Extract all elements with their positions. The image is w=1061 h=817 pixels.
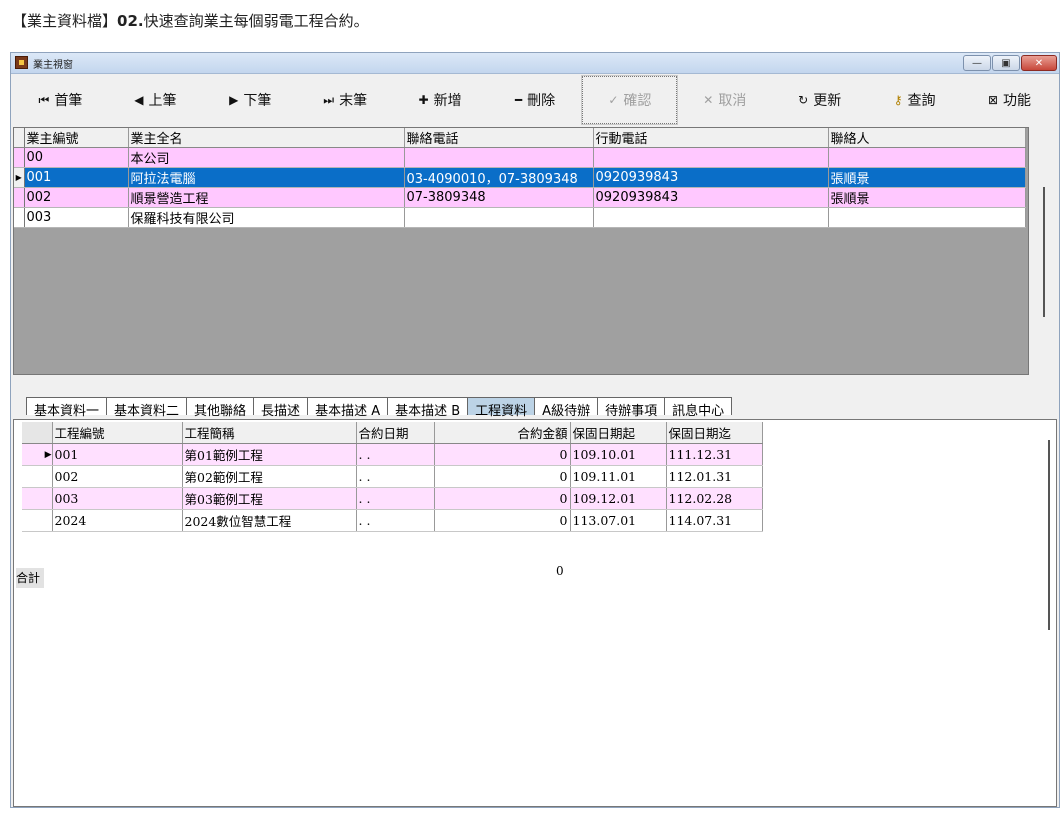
column-header[interactable]: 工程編號 — [52, 422, 183, 444]
tab-project-data[interactable]: 工程資料 — [468, 397, 536, 419]
x-icon: ✕ — [703, 93, 714, 107]
row-indicator — [22, 509, 53, 532]
owner-grid-header: 業主編號 業主全名 聯絡電話 行動電話 聯絡人 — [14, 128, 1026, 148]
total-label: 合計 — [16, 568, 44, 588]
tab-long-description[interactable]: 長描述 — [254, 397, 309, 419]
title-bar[interactable]: 業主視窗 — ▣ ✕ — [11, 53, 1059, 74]
tab-message-center[interactable]: 訊息中心 — [665, 397, 733, 419]
project-row[interactable]: 002 第02範例工程 . . 0 109.11.01 112.01.31 — [22, 465, 763, 488]
owner-grid[interactable]: 業主編號 業主全名 聯絡電話 行動電話 聯絡人 00 本公司 ▶ 001 阿拉法… — [13, 127, 1029, 375]
minus-icon: ━ — [514, 93, 523, 107]
app-icon — [15, 56, 28, 69]
project-grid-header: 工程編號 工程簡稱 合約日期 合約金額 保固日期起 保固日期迄 — [22, 422, 763, 444]
last-record-button[interactable]: ⏭ 末筆 — [298, 76, 393, 124]
row-indicator — [22, 465, 53, 488]
column-header[interactable]: 業主編號 — [24, 128, 129, 148]
project-panel: 工程編號 工程簡稱 合約日期 合約金額 保固日期起 保固日期迄 ▶ 001 第0… — [13, 419, 1057, 807]
toolbar: ⏮ 首筆 ◀ 上筆 ▶ 下筆 ⏭ 末筆 ✚ 新增 ━ 刪除 ✓ 確認 ✕ 取消 ↻ 更新 ⚷ 查詢 … — [11, 74, 1059, 126]
function-button[interactable]: ⊠ 功能 — [962, 76, 1057, 124]
tab-todo[interactable]: 待辦事項 — [598, 397, 666, 419]
column-header[interactable]: 工程簡稱 — [182, 422, 357, 444]
refresh-icon: ↻ — [798, 93, 809, 107]
row-indicator — [14, 147, 25, 168]
window-title: 業主視窗 — [33, 60, 73, 71]
column-header[interactable]: 行動電話 — [593, 128, 829, 148]
maximize-button[interactable]: ▣ — [992, 55, 1020, 71]
confirm-button[interactable]: ✓ 確認 — [581, 75, 679, 125]
project-grid-scrollbar[interactable] — [1048, 440, 1050, 630]
column-header[interactable]: 保固日期起 — [570, 422, 667, 444]
column-header[interactable]: 合約金額 — [434, 422, 571, 444]
column-header[interactable]: 合約日期 — [356, 422, 435, 444]
scrollbar-thumb[interactable] — [1043, 187, 1045, 317]
tab-basic-1[interactable]: 基本資料一 — [26, 397, 108, 419]
project-row[interactable]: 2024 2024數位智慧工程 . . 0 113.07.01 114.07.3… — [22, 509, 763, 532]
delete-button[interactable]: ━ 刪除 — [488, 76, 583, 124]
prev-record-button[interactable]: ◀ 上筆 — [108, 76, 203, 124]
minimize-button[interactable]: — — [963, 55, 991, 71]
prev-icon: ◀ — [134, 93, 144, 107]
last-icon: ⏭ — [323, 92, 335, 107]
query-button[interactable]: ⚷ 查詢 — [867, 76, 962, 124]
check-icon: ✓ — [608, 93, 619, 107]
plus-icon: ✚ — [418, 93, 429, 107]
row-indicator — [22, 487, 53, 510]
project-row[interactable]: ▶ 001 第01範例工程 . . 0 109.10.01 111.12.31 — [22, 443, 763, 466]
column-header[interactable]: 業主全名 — [128, 128, 405, 148]
current-row-arrow-icon: ▶ — [14, 167, 25, 188]
owner-row[interactable]: 002 順景營造工程 07-3809348 0920939843 張順景 — [14, 187, 1026, 208]
first-icon: ⏮ — [38, 92, 50, 107]
tab-other-contacts[interactable]: 其他聯絡 — [187, 397, 255, 419]
column-header[interactable]: 聯絡人 — [828, 128, 1026, 148]
tab-description-b[interactable]: 基本描述 B — [388, 397, 469, 419]
refresh-button[interactable]: ↻ 更新 — [772, 76, 867, 124]
function-box-icon: ⊠ — [987, 93, 999, 107]
cancel-button[interactable]: ✕ 取消 — [677, 76, 772, 124]
project-row[interactable]: 003 第03範例工程 . . 0 109.12.01 112.02.28 — [22, 487, 763, 510]
owner-row[interactable]: 003 保羅科技有限公司 — [14, 207, 1026, 228]
first-record-button[interactable]: ⏮ 首筆 — [13, 76, 108, 124]
next-icon: ▶ — [229, 93, 239, 107]
tab-description-a[interactable]: 基本描述 A — [308, 397, 389, 419]
current-row-arrow-icon: ▶ — [22, 443, 53, 466]
row-indicator — [14, 187, 25, 208]
next-record-button[interactable]: ▶ 下筆 — [203, 76, 298, 124]
total-amount: 0 — [556, 564, 564, 578]
owner-window: 業主視窗 — ▣ ✕ ⏮ 首筆 ◀ 上筆 ▶ 下筆 ⏭ 末筆 ✚ 新增 ━ 刪除 ✓ 確認 ✕… — [10, 52, 1060, 808]
tab-a-level-todo[interactable]: A級待辦 — [535, 397, 599, 419]
owner-row-selected[interactable]: ▶ 001 阿拉法電腦 03-4090010，07-3809348 092093… — [14, 167, 1026, 188]
owner-row[interactable]: 00 本公司 — [14, 147, 1026, 168]
add-button[interactable]: ✚ 新增 — [393, 76, 488, 124]
page-heading: 【業主資料檔】02.快速查詢業主每個弱電工程合約。 — [12, 12, 369, 30]
column-header[interactable]: 聯絡電話 — [404, 128, 594, 148]
column-header[interactable]: 保固日期迄 — [666, 422, 763, 444]
detail-tabs: 基本資料一 基本資料二 其他聯絡 長描述 基本描述 A 基本描述 B 工程資料 … — [26, 397, 733, 419]
owner-grid-scrollbar[interactable] — [1031, 127, 1059, 375]
close-button[interactable]: ✕ — [1021, 55, 1057, 71]
tab-basic-2[interactable]: 基本資料二 — [107, 397, 188, 419]
project-grid[interactable]: 工程編號 工程簡稱 合約日期 合約金額 保固日期起 保固日期迄 ▶ 001 第0… — [22, 422, 763, 532]
row-indicator — [14, 207, 25, 228]
key-icon: ⚷ — [893, 93, 903, 107]
